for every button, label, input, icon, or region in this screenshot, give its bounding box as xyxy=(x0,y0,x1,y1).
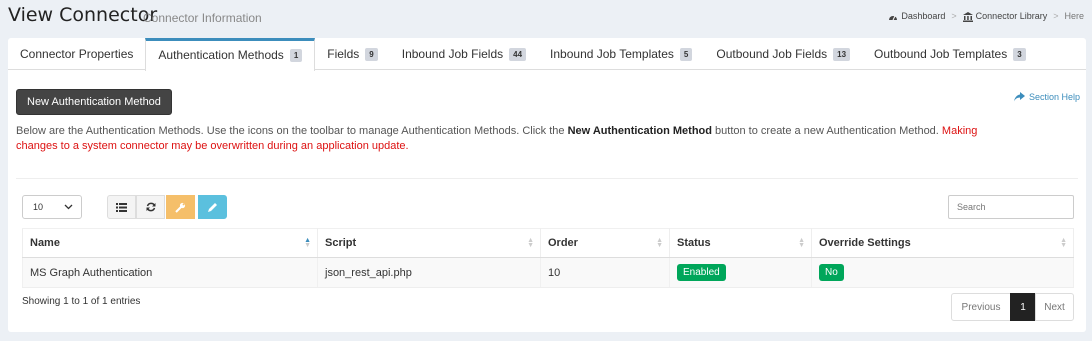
column-header-status[interactable]: Status ▲ ▼ xyxy=(669,228,812,258)
cell-name: MS Graph Authentication xyxy=(22,257,318,288)
tab-inbound-job-fields[interactable]: Inbound Job Fields 44 xyxy=(390,38,538,70)
tab-label: Inbound Job Fields xyxy=(401,47,504,61)
breadcrumb-separator: > xyxy=(951,11,957,22)
section-help-link[interactable]: Section Help xyxy=(1013,92,1080,102)
tab-bar: Connector Properties Authentication Meth… xyxy=(8,38,1086,71)
sort-icon: ▲ ▼ xyxy=(527,237,534,249)
sort-icon: ▲ ▼ xyxy=(656,237,663,249)
pagination-next[interactable]: Next xyxy=(1035,293,1074,321)
authentication-methods-table: Name ▲ ▼ Script ▲ ▼ Order ▲ ▼ Status ▲ ▼ Overrid… xyxy=(22,228,1074,288)
tab-label: Outbound Job Templates xyxy=(874,47,1008,61)
wrench-icon xyxy=(175,202,186,213)
breadcrumb-connector-library[interactable]: Connector Library xyxy=(962,11,1048,22)
column-header-order[interactable]: Order ▲ ▼ xyxy=(540,228,670,258)
list-view-button[interactable] xyxy=(107,195,136,219)
status-badge: Enabled xyxy=(677,264,726,281)
column-header-override-settings[interactable]: Override Settings ▲ ▼ xyxy=(811,228,1074,258)
breadcrumb-current: Here xyxy=(1064,11,1084,22)
tab-fields[interactable]: Fields 9 xyxy=(315,38,389,70)
bank-icon xyxy=(962,11,973,22)
divider xyxy=(16,178,1078,179)
refresh-button[interactable] xyxy=(136,195,165,219)
breadcrumb: Dashboard > Connector Library > Here xyxy=(888,11,1084,22)
cell-order: 10 xyxy=(540,257,670,288)
column-label: Script xyxy=(325,237,357,249)
table-info: Showing 1 to 1 of 1 entries xyxy=(22,296,141,307)
tab-outbound-job-templates[interactable]: Outbound Job Templates 3 xyxy=(862,38,1038,70)
cell-status: Enabled xyxy=(669,257,812,288)
tab-count-badge: 44 xyxy=(509,47,527,61)
dashboard-icon xyxy=(889,16,898,21)
tab-label: Fields xyxy=(327,47,360,61)
list-icon xyxy=(116,202,127,212)
tab-label: Connector Properties xyxy=(20,47,134,61)
page-size-value: 10 xyxy=(33,202,44,212)
sort-icon: ▲ ▼ xyxy=(304,237,311,249)
description-text: Below are the Authentication Methods. Us… xyxy=(16,124,1016,154)
refresh-icon xyxy=(146,202,155,212)
tab-authentication-methods[interactable]: Authentication Methods 1 xyxy=(145,38,316,71)
column-label: Status xyxy=(677,237,711,249)
search-input[interactable]: Search xyxy=(948,195,1074,219)
column-header-name[interactable]: Name ▲ ▼ xyxy=(22,228,318,258)
description-part2: button to create a new Authentication Me… xyxy=(711,125,942,137)
column-label: Order xyxy=(548,237,578,249)
page-title: View Connector xyxy=(8,4,158,26)
table-row[interactable]: MS Graph Authentication json_rest_api.ph… xyxy=(22,257,1074,288)
pagination: Previous 1 Next xyxy=(951,293,1074,321)
pagination-previous[interactable]: Previous xyxy=(951,293,1011,321)
column-header-script[interactable]: Script ▲ ▼ xyxy=(317,228,541,258)
cell-override: No xyxy=(811,257,1074,288)
sort-icon: ▲ ▼ xyxy=(1060,237,1067,249)
page-size-select[interactable]: 10 xyxy=(22,195,82,219)
chevron-down-icon xyxy=(64,204,73,210)
tab-inbound-job-templates[interactable]: Inbound Job Templates 5 xyxy=(538,38,704,70)
description-bold: New Authentication Method xyxy=(567,125,712,137)
page-header: View Connector Connector Information Das… xyxy=(0,0,1092,36)
edit-button[interactable] xyxy=(198,195,227,219)
sort-icon: ▲ ▼ xyxy=(798,237,805,249)
column-label: Name xyxy=(30,237,60,249)
section-help-label: Section Help xyxy=(1028,92,1080,102)
tab-label: Inbound Job Templates xyxy=(550,47,674,61)
breadcrumb-separator: > xyxy=(1053,11,1059,22)
manage-button[interactable] xyxy=(166,195,195,219)
override-badge: No xyxy=(819,264,844,281)
tab-connector-properties[interactable]: Connector Properties xyxy=(8,38,145,70)
new-authentication-method-button[interactable]: New Authentication Method xyxy=(16,89,172,115)
description-part1: Below are the Authentication Methods. Us… xyxy=(16,125,568,137)
tab-count-badge: 3 xyxy=(1013,47,1026,61)
tab-outbound-job-fields[interactable]: Outbound Job Fields 13 xyxy=(704,38,862,70)
page-subtitle: Connector Information xyxy=(143,11,262,25)
pencil-icon xyxy=(208,202,217,212)
share-icon xyxy=(1013,92,1025,102)
tab-count-badge: 9 xyxy=(365,47,378,61)
breadcrumb-dashboard-label: Dashboard xyxy=(901,11,946,22)
pagination-page-1[interactable]: 1 xyxy=(1010,293,1036,321)
breadcrumb-connector-library-label: Connector Library xyxy=(975,11,1048,21)
tab-label: Outbound Job Fields xyxy=(716,47,828,61)
table-header-row: Name ▲ ▼ Script ▲ ▼ Order ▲ ▼ Status ▲ ▼ Overrid… xyxy=(22,228,1074,258)
tab-count-badge: 13 xyxy=(833,47,851,61)
tab-label: Authentication Methods xyxy=(158,48,284,62)
breadcrumb-dashboard[interactable]: Dashboard xyxy=(888,11,945,21)
content-box: Connector Properties Authentication Meth… xyxy=(8,38,1086,332)
tab-count-badge: 5 xyxy=(679,47,693,61)
column-label: Override Settings xyxy=(819,237,911,249)
cell-script: json_rest_api.php xyxy=(317,257,541,288)
tab-count-badge: 1 xyxy=(289,48,303,62)
